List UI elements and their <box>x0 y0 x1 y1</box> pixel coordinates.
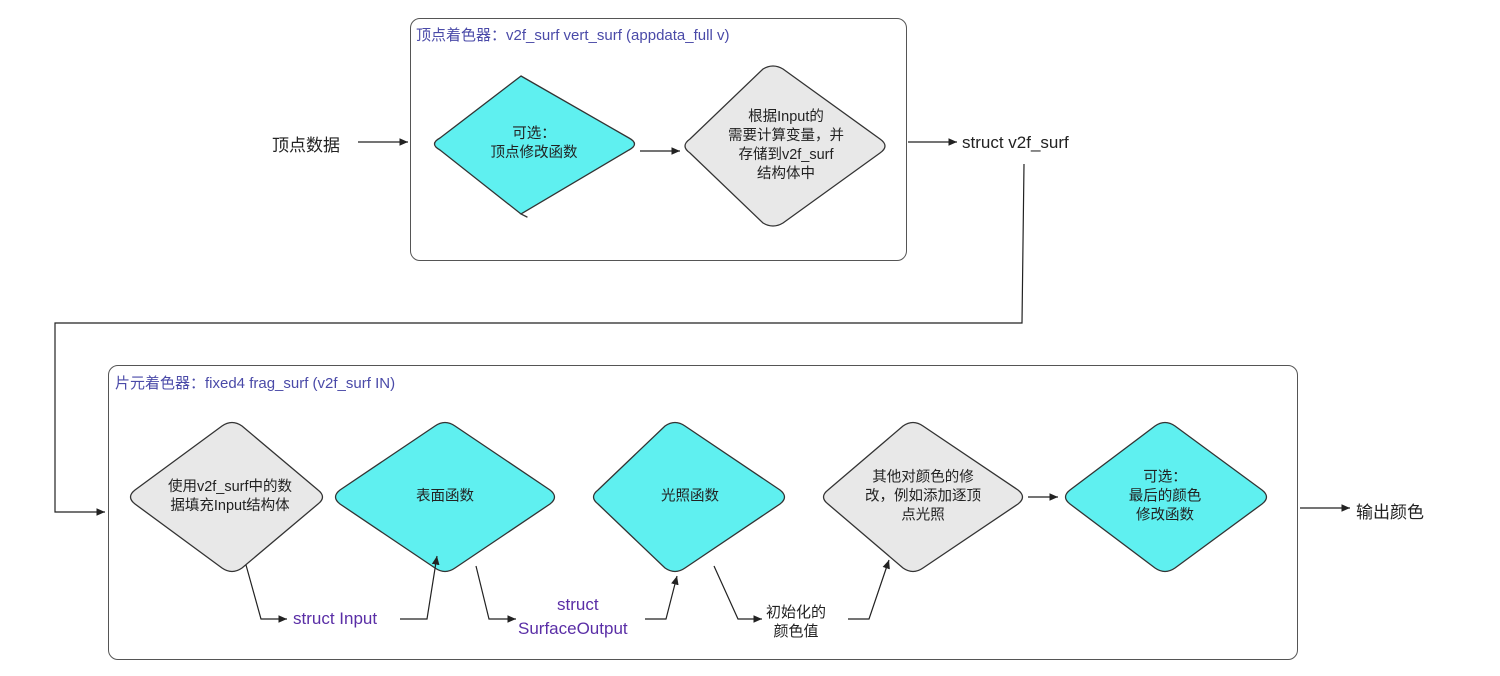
shader-pipeline-diagram: 顶点着色器：v2f_surf vert_surf (appdata_full v… <box>0 0 1500 676</box>
fragment-shader-title: 片元着色器：fixed4 frag_surf (v2f_surf IN) <box>115 375 396 392</box>
initial-color-label: 初始化的 颜色值 <box>766 604 827 640</box>
lighting-func-text: 光照函数 <box>661 488 719 505</box>
struct-surface-output-line2: SurfaceOutput <box>518 619 628 638</box>
arrow-initial-to-other <box>848 559 890 620</box>
compute-vars-text: 根据Input的 需要计算变量，并 存储到v2f_surf 结构体中 <box>728 109 844 182</box>
vertex-data-label: 顶点数据 <box>272 136 340 155</box>
other-modify-text: 其他对颜色的修 改，例如添加逐顶 点光照 <box>865 469 981 524</box>
diagram-canvas <box>54 65 1350 623</box>
fill-input-text: 使用v2f_surf中的数 据填充Input结构体 <box>167 479 293 514</box>
surface-func-text: 表面函数 <box>416 488 474 505</box>
struct-surface-output-line1: struct <box>557 595 599 614</box>
vertex-shader-title: 顶点着色器：v2f_surf vert_surf (appdata_full v… <box>416 27 730 44</box>
arrow-surface-to-output <box>475 565 516 623</box>
arrow-output-to-lighting <box>645 575 679 620</box>
output-color-label: 输出颜色 <box>1356 503 1424 522</box>
struct-input-label: struct Input <box>293 609 378 628</box>
arrow-fill-to-struct-input <box>245 564 287 623</box>
struct-v2f-label: struct v2f_surf <box>962 133 1069 152</box>
arrow-lighting-to-initial <box>713 565 762 623</box>
vertex-modify-text: 可选： 顶点修改函数 <box>490 126 578 161</box>
final-color-text: 可选： 最后的颜色 修改函数 <box>1128 469 1202 524</box>
